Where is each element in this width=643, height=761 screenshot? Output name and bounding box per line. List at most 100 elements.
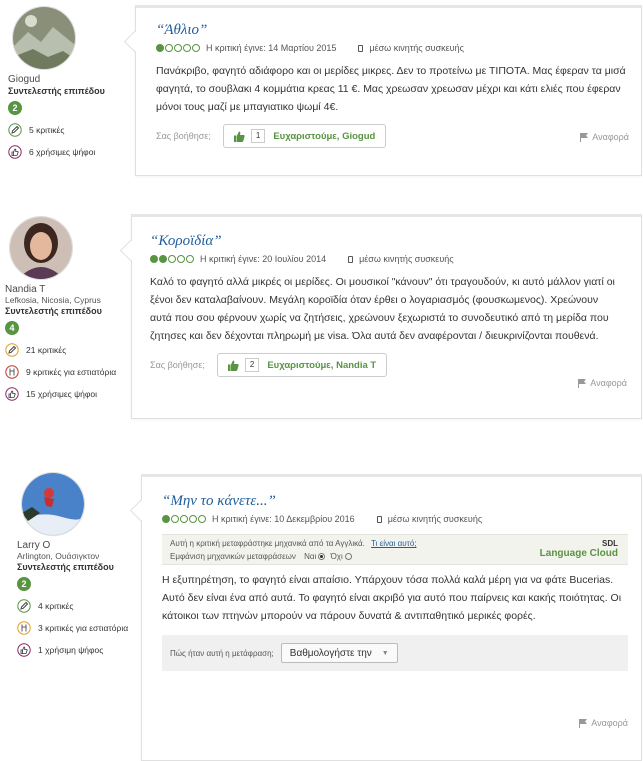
review-card: “Μην το κάνετε...” Η κριτική έγινε: 10 Δ… <box>129 474 642 761</box>
thanks-label: Ευχαριστούμε, Giogud <box>273 130 376 142</box>
stat-text: 4 κριτικές <box>38 601 74 611</box>
contributor-label: Συντελεστής επιπέδου <box>17 562 114 572</box>
helpful-label: Σας βοήθησε; <box>156 131 211 141</box>
stat-restaurant-reviews[interactable]: 3 κριτικές για εστιατόρια <box>17 617 145 639</box>
review-card: “Άθλιο” Η κριτική έγινε: 14 Μαρτίου 2015… <box>123 5 642 176</box>
stat-helpful-votes[interactable]: 15 χρήσιμες ψήφοι <box>5 383 133 405</box>
avatar-image <box>13 7 75 69</box>
helpful-row: Σας βοήθησε; 2 Ευχαριστούμε, Nandia T <box>150 353 623 377</box>
avatar-image <box>10 217 72 279</box>
restaurant-icon <box>17 621 31 635</box>
reviewer-name[interactable]: Nandia T <box>5 284 133 295</box>
rating-bubble-filled <box>159 255 167 263</box>
radio-yes-label: Ναι <box>304 552 317 561</box>
chevron-down-icon: ▼ <box>381 649 389 657</box>
helpful-count: 1 <box>250 129 266 143</box>
reviewer-name[interactable]: Giogud <box>8 74 136 85</box>
radio-no[interactable] <box>344 553 352 561</box>
review-body: Καλό το φαγητό αλλά μικρές οι μερίδες. Ο… <box>150 276 615 342</box>
review-meta: Η κριτική έγινε: 20 Ιουλίου 2014 μέσω κι… <box>150 254 623 264</box>
pencil-icon <box>17 599 31 613</box>
level-badge: 2 <box>8 101 22 115</box>
radio-no-label: Όχι <box>330 552 343 561</box>
helpful-row: Σας βοήθησε; 1 Ευχαριστούμε, Giogud <box>156 124 621 148</box>
machine-translation-notice: Αυτή η κριτική μεταφράστηκε μηχανικά από… <box>162 534 628 565</box>
stat-reviews[interactable]: 4 κριτικές <box>17 595 145 617</box>
flag-icon <box>579 718 588 728</box>
stat-text: 15 χρήσιμες ψήφοι <box>26 389 98 399</box>
rating-bubbles <box>150 255 195 263</box>
review-body: Η εξυπηρέτηση, το φαγητό είναι απαίσιο. … <box>162 574 622 622</box>
level-badge: 4 <box>5 321 19 335</box>
stat-reviews[interactable]: 21 κριτικές <box>5 339 133 361</box>
thumbs-up-icon <box>17 643 31 657</box>
via-mobile: μέσω κινητής συσκευής <box>376 514 482 524</box>
helpful-count: 2 <box>244 358 260 372</box>
mobile-phone-icon <box>348 255 354 263</box>
thumbs-up-icon <box>233 131 245 142</box>
what-is-this-link[interactable]: Τι είναι αυτό; <box>371 539 416 548</box>
reviewer-info: Larry O Arlington, Ουάσιγκτον Συντελεστή… <box>17 472 145 661</box>
via-mobile: μέσω κινητής συσκευής <box>358 43 464 53</box>
rate-translation-box: Πώς ήταν αυτή η μετάφραση; Βαθμολογήστε … <box>162 635 628 671</box>
avatar[interactable] <box>9 216 73 280</box>
contributor-label: Συντελεστής επιπέδου <box>8 86 105 96</box>
stat-text: 6 χρήσιμες ψήφοι <box>29 147 96 157</box>
radio-yes[interactable] <box>318 553 326 561</box>
stat-text: 21 κριτικές <box>26 345 67 355</box>
stat-helpful-votes[interactable]: 1 χρήσιμη ψήφος <box>17 639 145 661</box>
reviewer-info: Nandia T Lefkosia, Nicosia, Cyprus Συντε… <box>5 216 133 405</box>
thanks-button[interactable]: 1 Ευχαριστούμε, Giogud <box>222 124 387 148</box>
thanks-label: Ευχαριστούμε, Nandia T <box>267 359 377 371</box>
thanks-button[interactable]: 2 Ευχαριστούμε, Nandia T <box>216 353 388 377</box>
reviewer-location: Arlington, Ουάσιγκτον <box>17 551 100 561</box>
stat-helpful-votes[interactable]: 6 χρήσιμες ψήφοι <box>8 141 136 163</box>
rate-translation-label: Πώς ήταν αυτή η μετάφραση; <box>170 648 274 658</box>
avatar[interactable] <box>12 6 76 70</box>
thumbs-up-icon <box>8 145 22 159</box>
review-title[interactable]: “Μην το κάνετε...” <box>162 493 628 510</box>
avatar-image <box>22 473 84 535</box>
thumbs-up-icon <box>227 360 239 371</box>
via-mobile: μέσω κινητής συσκευής <box>348 254 454 264</box>
review-card: “Κοροϊδία” Η κριτική έγινε: 20 Ιουλίου 2… <box>119 214 642 419</box>
review-date: Η κριτική έγινε: 20 Ιουλίου 2014 <box>200 254 327 264</box>
rating-bubble-filled <box>156 44 164 52</box>
rating-bubble-filled <box>150 255 158 263</box>
review-title[interactable]: “Άθλιο” <box>156 22 621 39</box>
flag-icon <box>580 132 589 142</box>
rating-bubble-filled <box>162 515 170 523</box>
report-link[interactable]: Αναφορά <box>578 378 627 388</box>
mobile-phone-icon <box>376 515 382 523</box>
review-title[interactable]: “Κοροϊδία” <box>150 233 623 250</box>
level-badge: 2 <box>17 577 31 591</box>
stat-text: 5 κριτικές <box>29 125 65 135</box>
stat-reviews[interactable]: 5 κριτικές <box>8 119 136 141</box>
reviewer-location: Lefkosia, Nicosia, Cyprus <box>5 295 101 305</box>
review-date: Η κριτική έγινε: 14 Μαρτίου 2015 <box>206 43 337 53</box>
mobile-phone-icon <box>358 44 364 52</box>
flag-icon <box>578 378 587 388</box>
stat-restaurant-reviews[interactable]: 9 κριτικές για εστιατόρια <box>5 361 133 383</box>
restaurant-icon <box>5 365 19 379</box>
reviewer-name[interactable]: Larry O <box>17 540 145 551</box>
stat-text: 3 κριτικές για εστιατόρια <box>38 623 129 633</box>
review-body: Πανάκριβο, φαγητό αδιάφορο και οι μερίδε… <box>156 65 626 113</box>
report-link[interactable]: Αναφορά <box>580 132 629 142</box>
sdl-language-cloud-logo: SDL Language Cloud <box>539 539 618 559</box>
rate-translation-select[interactable]: Βαθμολογήστε την ▼ <box>280 643 398 663</box>
avatar[interactable] <box>21 472 85 536</box>
thumbs-up-icon <box>5 387 19 401</box>
rating-bubbles <box>162 515 207 523</box>
show-translations-label: Εμφάνιση μηχανικών μεταφράσεων <box>170 552 296 561</box>
review-meta: Η κριτική έγινε: 10 Δεκεμβρίου 2016 μέσω… <box>162 514 628 524</box>
reviewer-info: Giogud Συντελεστής επιπέδου 2 5 κριτικές… <box>8 6 136 163</box>
translation-notice: Αυτή η κριτική μεταφράστηκε μηχανικά από… <box>170 539 365 548</box>
report-link[interactable]: Αναφορά <box>579 718 628 728</box>
review-date: Η κριτική έγινε: 10 Δεκεμβρίου 2016 <box>212 514 355 524</box>
helpful-label: Σας βοήθησε; <box>150 360 205 370</box>
contributor-label: Συντελεστής επιπέδου <box>5 306 102 316</box>
pencil-icon <box>5 343 19 357</box>
stat-text: 1 χρήσιμη ψήφος <box>38 645 104 655</box>
pencil-icon <box>8 123 22 137</box>
